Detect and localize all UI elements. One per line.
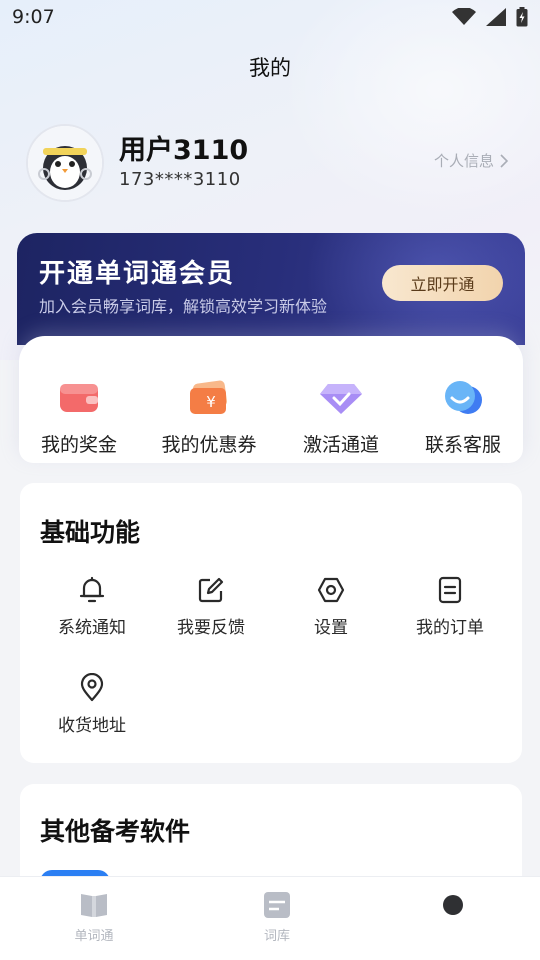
user-name: 用户3110	[119, 135, 249, 166]
vip-title: 开通单词通会员	[39, 259, 236, 289]
vip-open-button[interactable]: 立即开通	[382, 265, 503, 301]
status-icons	[452, 7, 528, 27]
quick-actions-card: 我的奖金 ¥ 我的优惠券 激活通道 联系客服	[19, 336, 523, 463]
vip-banner[interactable]: 开通单词通会员 加入会员畅享词库，解锁高效学习新体验 立即开通	[17, 233, 525, 345]
word-bank-icon	[264, 892, 290, 918]
basic-functions-card: 基础功能 系统通知 我要反馈 设置 我的订单 收货地址	[20, 483, 522, 763]
bell-icon	[79, 576, 105, 603]
func-feedback[interactable]: 我要反馈	[161, 575, 261, 638]
bottom-nav: 单词通 词库	[0, 876, 540, 960]
nav-tab-words[interactable]: 单词通	[34, 891, 154, 944]
quick-action-label: 联系客服	[424, 434, 501, 456]
book-icon	[81, 894, 107, 917]
nav-label: 单词通	[74, 929, 114, 944]
func-label: 我要反馈	[177, 618, 245, 638]
quick-action-label: 我的优惠券	[161, 434, 257, 456]
profile-icon	[443, 895, 463, 915]
func-label: 我的订单	[416, 618, 484, 638]
quick-action-label: 激活通道	[302, 434, 379, 456]
location-pin-icon	[80, 673, 104, 702]
quick-action-label: 我的奖金	[40, 434, 117, 456]
coupon-icon: ¥	[190, 380, 228, 414]
func-label: 收货地址	[58, 716, 126, 736]
func-settings[interactable]: 设置	[281, 575, 381, 638]
edit-icon	[198, 577, 224, 603]
other-software-title: 其他备考软件	[40, 817, 191, 846]
chevron-right-icon	[500, 153, 508, 168]
quick-action-customer-service[interactable]: 联系客服	[403, 378, 523, 457]
quick-action-coupon[interactable]: ¥ 我的优惠券	[149, 378, 269, 457]
wifi-icon	[452, 8, 476, 25]
nav-tab-profile[interactable]	[393, 891, 513, 925]
svg-text:¥: ¥	[206, 393, 216, 411]
personal-info-label: 个人信息	[433, 152, 494, 170]
wallet-icon	[60, 384, 98, 412]
battery-icon	[516, 7, 528, 27]
quick-action-activate[interactable]: 激活通道	[281, 378, 401, 457]
vip-subtitle: 加入会员畅享词库，解锁高效学习新体验	[39, 297, 328, 316]
nav-tab-word-bank[interactable]: 词库	[217, 891, 337, 944]
func-system-notice[interactable]: 系统通知	[42, 575, 142, 638]
quick-action-bonus[interactable]: 我的奖金	[19, 378, 139, 457]
gear-icon	[317, 577, 345, 603]
status-bar: 9:07	[0, 0, 540, 36]
document-icon	[438, 576, 462, 604]
basic-functions-title: 基础功能	[40, 518, 141, 547]
page-title: 我的	[249, 56, 291, 80]
func-label: 设置	[314, 618, 348, 638]
penguin-avatar-icon	[28, 126, 102, 200]
func-my-orders[interactable]: 我的订单	[400, 575, 500, 638]
avatar[interactable]	[26, 124, 104, 202]
signal-icon	[486, 8, 506, 26]
func-shipping-address[interactable]: 收货地址	[42, 673, 142, 736]
chat-bubble-icon	[445, 381, 482, 414]
user-phone: 173****3110	[119, 169, 241, 190]
status-time: 9:07	[12, 6, 55, 28]
nav-label: 词库	[263, 929, 290, 944]
personal-info-link[interactable]: 个人信息	[434, 150, 508, 171]
diamond-icon	[320, 384, 362, 414]
func-label: 系统通知	[58, 618, 126, 638]
